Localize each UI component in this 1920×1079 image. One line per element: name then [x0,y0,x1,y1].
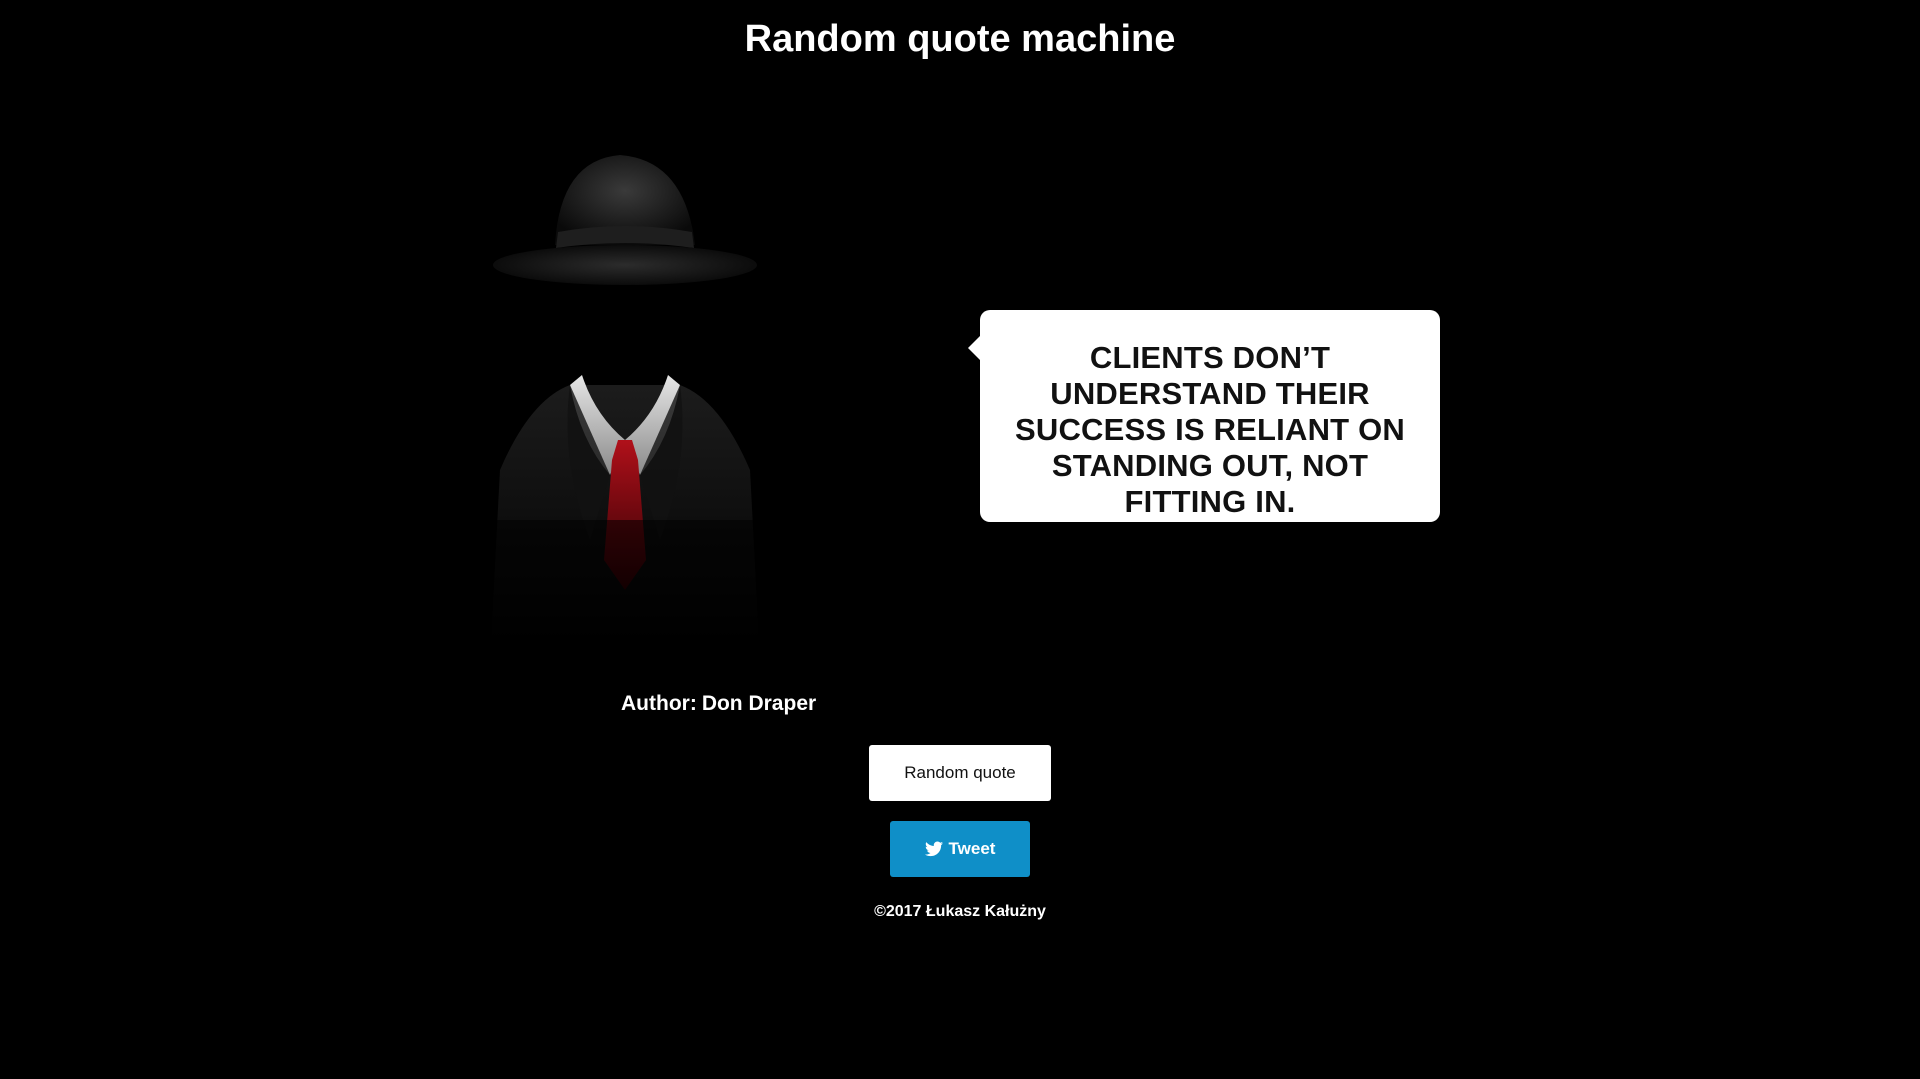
quote-text: CLIENTS DON’T UNDERSTAND THEIR SUCCESS I… [1014,340,1406,519]
page-title: Random quote machine [744,18,1176,60]
quote-bubble: CLIENTS DON’T UNDERSTAND THEIR SUCCESS I… [968,310,1440,522]
page: Random quote machine CLIENTS DON’T UNDER… [0,0,1920,1079]
footer-copyright: ©2017 Łukasz Kałużny [874,903,1046,920]
author-line: Author: Don Draper [621,692,816,716]
author-name: Don Draper [701,692,817,715]
author-label: Author: [621,692,697,715]
tweet-button[interactable]: Tweet [890,821,1030,877]
faceless-man-illustration [470,140,810,660]
random-quote-button[interactable]: Random quote [869,745,1051,801]
tweet-label: Tweet [948,839,996,858]
hat-brim [493,245,757,285]
twitter-bird-icon [924,841,943,857]
